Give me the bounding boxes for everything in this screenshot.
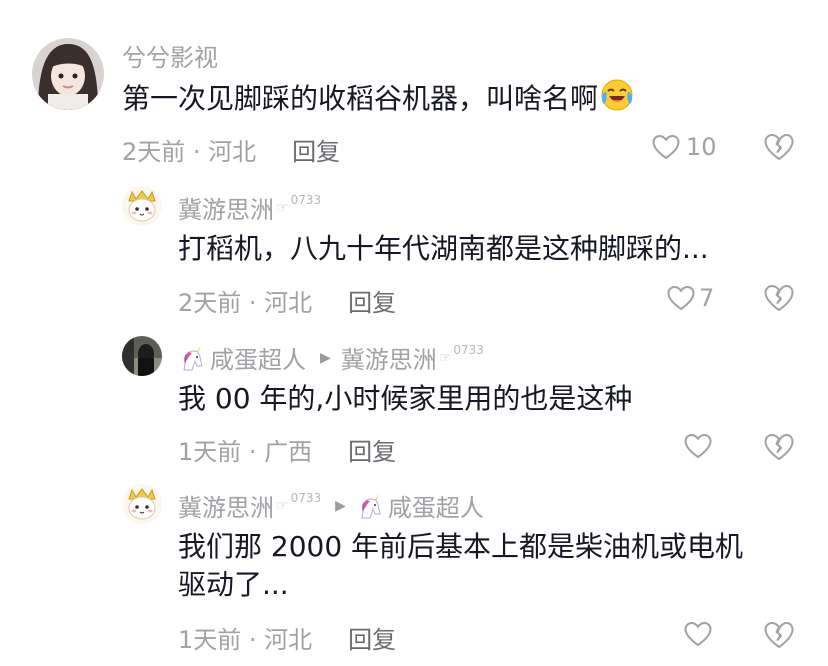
pointing-hand-icon: ☞ (438, 349, 452, 366)
comment-meta: 1天前 · 广西 回复 (178, 432, 396, 467)
dislike-button[interactable] (764, 621, 794, 653)
username[interactable]: 咸蛋超人 (210, 340, 306, 375)
username-line: 咸蛋超人 ▶ 冀游思洲 ☞ 0733 (178, 340, 484, 375)
dislike-button[interactable] (764, 284, 794, 316)
time-location: 1天前 · 广西 (178, 438, 313, 466)
comment-text: 我 00 年的,小时候家里用的也是这种 (178, 382, 633, 415)
reply-button[interactable]: 回复 (292, 132, 340, 167)
username[interactable]: 冀游思洲 (178, 190, 274, 225)
like-button[interactable]: 7 (667, 284, 714, 312)
heart-outline-icon (684, 433, 712, 459)
reply-to-username[interactable]: 咸蛋超人 (388, 488, 484, 523)
heart-outline-icon (667, 285, 695, 311)
comment-meta: 2天前 · 河北 回复 (178, 283, 396, 318)
like-button[interactable] (684, 433, 712, 459)
comment-text-line-1: 我们那 2000 年前后基本上都是柴油机或电机 (178, 530, 744, 563)
avatar[interactable] (32, 38, 104, 110)
reply-to-username[interactable]: 冀游思洲 (341, 340, 437, 375)
time-location: 2天前 · 河北 (122, 138, 257, 166)
username[interactable]: 兮兮影视 (122, 38, 218, 73)
reply-button[interactable]: 回复 (348, 283, 396, 318)
broken-heart-icon (764, 285, 794, 311)
like-count: 7 (699, 284, 715, 312)
heart-outline-icon (652, 134, 680, 160)
triangle-right-icon: ▶ (335, 497, 346, 514)
heart-outline-icon (684, 621, 712, 647)
unicorn-icon (178, 344, 206, 372)
username-line: 冀游思洲 ☞ 0733 (178, 190, 321, 225)
comment-text: 第一次见脚踩的收稻谷机器，叫啥名啊 (122, 78, 634, 118)
comment-text-line-2: 驱动了... (178, 568, 289, 601)
username-line: 兮兮影视 (122, 38, 218, 73)
avatar[interactable] (122, 336, 162, 376)
pointing-hand-icon: ☞ (276, 199, 289, 216)
reply-button[interactable]: 回复 (348, 620, 396, 655)
user-tag: 0733 (453, 342, 484, 357)
time-location: 1天前 · 河北 (178, 626, 313, 654)
reply-button[interactable]: 回复 (348, 432, 396, 467)
broken-heart-icon (764, 434, 794, 460)
laughing-tears-emoji-icon (600, 78, 634, 112)
username-line: 冀游思洲 ☞ 0733 ▶ 咸蛋超人 (178, 488, 484, 523)
comment-meta: 2天前 · 河北 回复 (122, 132, 340, 167)
like-count: 10 (686, 133, 717, 161)
comment-meta: 1天前 · 河北 回复 (178, 620, 396, 655)
user-tag: 0733 (290, 490, 322, 505)
avatar[interactable] (122, 186, 162, 226)
like-button[interactable]: 10 (652, 133, 717, 161)
time-location: 2天前 · 河北 (178, 289, 313, 317)
avatar[interactable] (122, 484, 162, 524)
dislike-button[interactable] (764, 433, 794, 465)
pointing-hand-icon: ☞ (276, 497, 289, 514)
broken-heart-icon (764, 622, 794, 648)
like-button[interactable] (684, 621, 712, 647)
username[interactable]: 冀游思洲 (178, 488, 274, 523)
dislike-button[interactable] (764, 133, 794, 165)
user-tag: 0733 (290, 192, 322, 207)
comment-text: 我们那 2000 年前后基本上都是柴油机或电机 驱动了... (178, 528, 743, 604)
unicorn-icon (356, 492, 384, 520)
broken-heart-icon (764, 134, 794, 160)
triangle-right-icon: ▶ (320, 349, 331, 366)
comment-text: 打稻机，八九十年代湖南都是这种脚踩的... (178, 232, 709, 265)
